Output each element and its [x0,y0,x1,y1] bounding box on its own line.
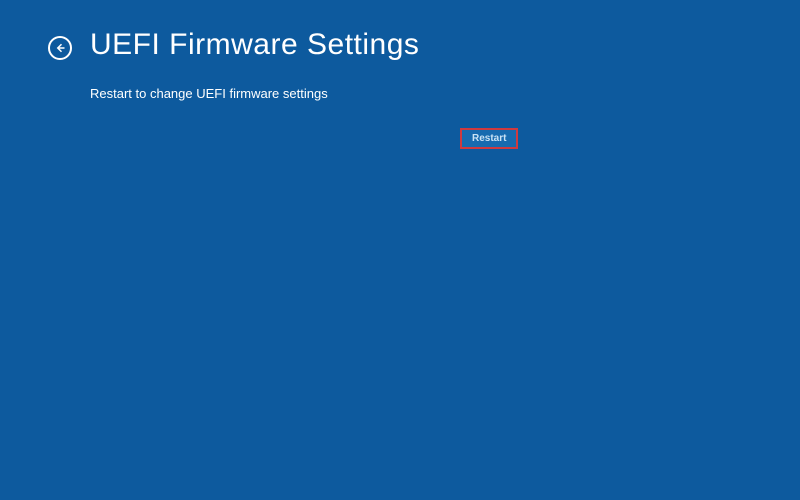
page-title: UEFI Firmware Settings [90,28,419,62]
arrow-left-icon [54,42,66,54]
instruction-text: Restart to change UEFI firmware settings [0,62,800,101]
page-header: UEFI Firmware Settings [0,0,800,62]
back-button[interactable] [48,36,72,60]
restart-button[interactable]: Restart [460,128,518,149]
